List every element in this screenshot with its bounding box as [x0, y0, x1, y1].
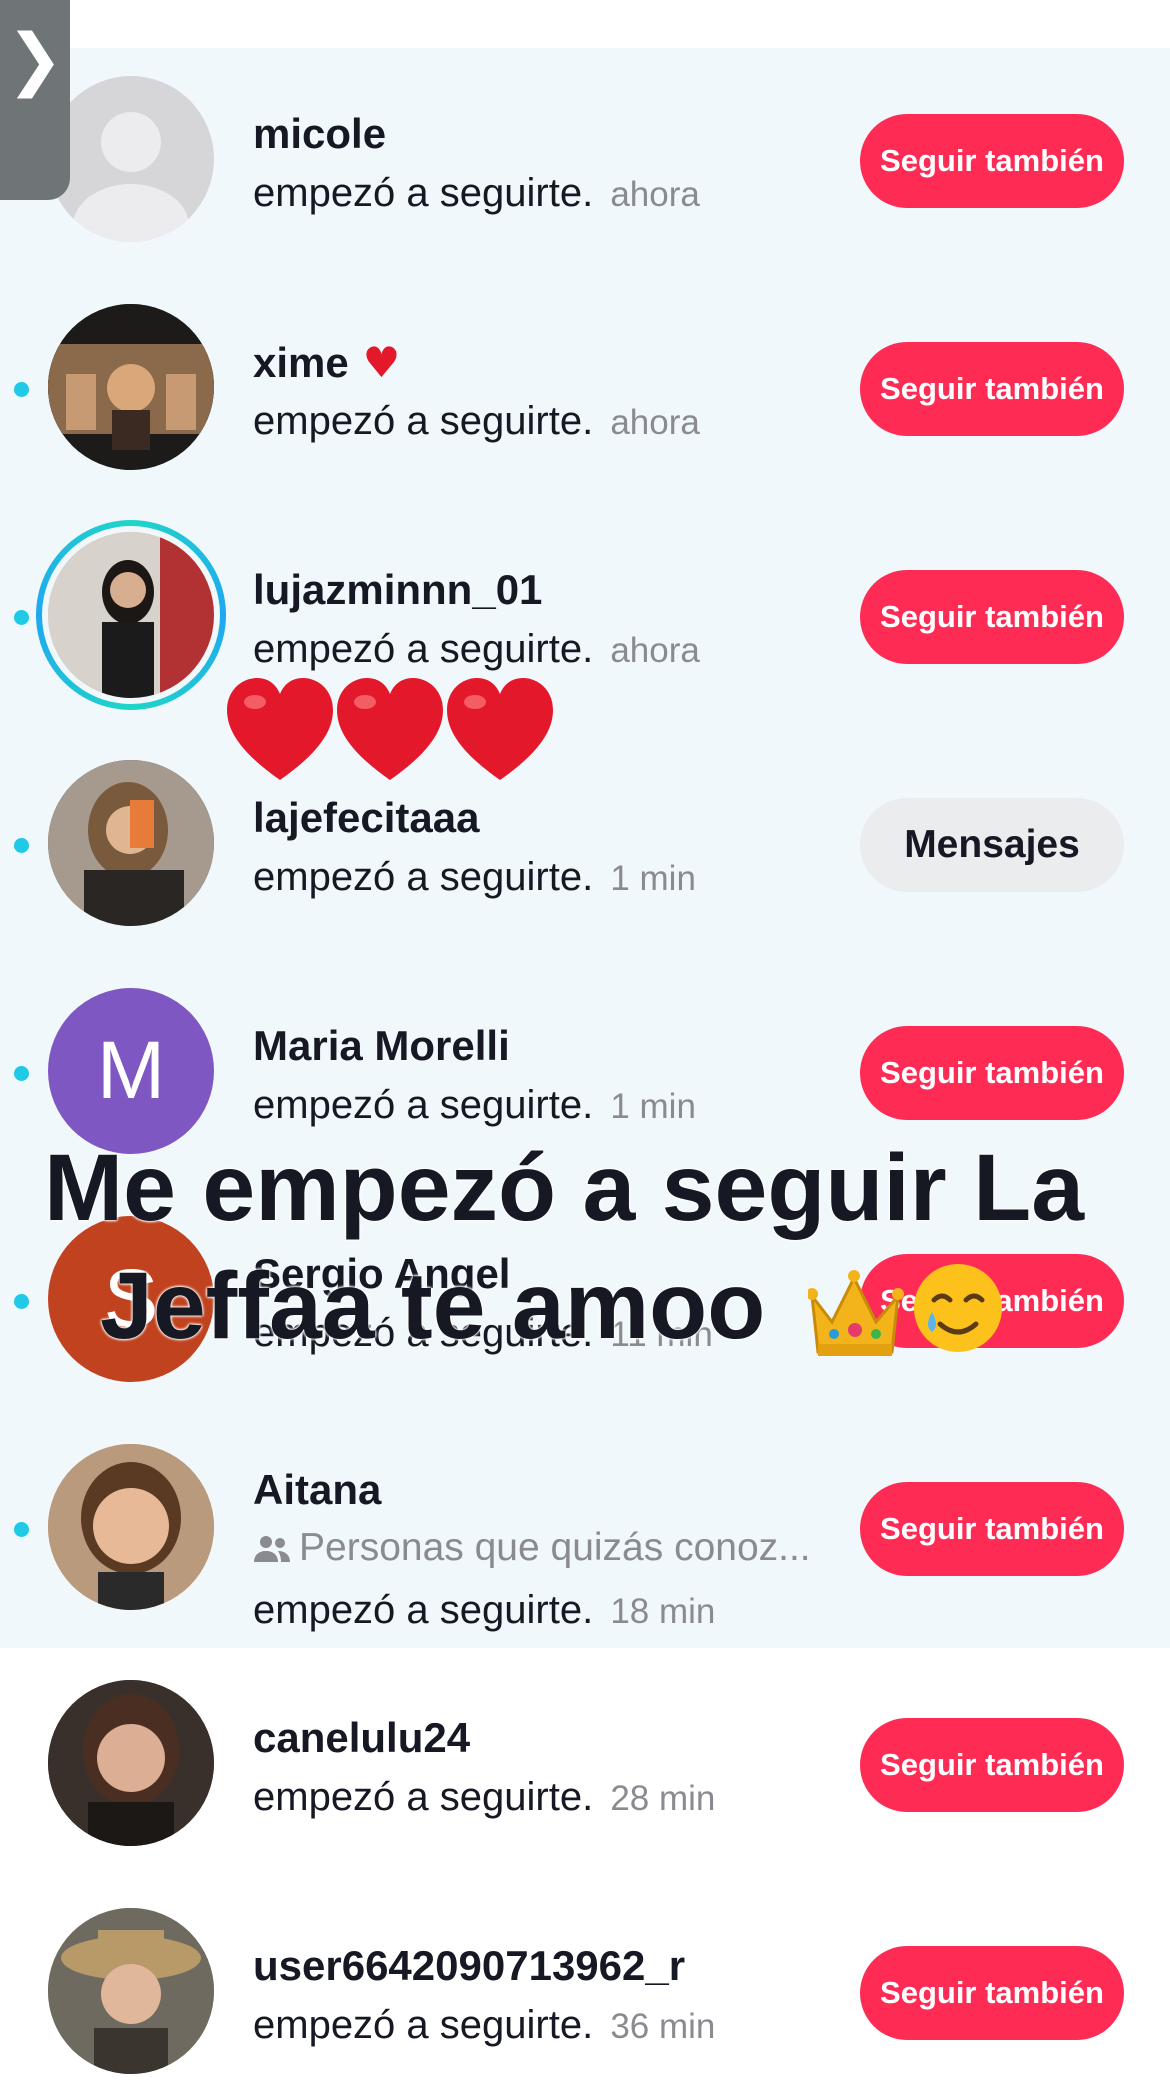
avatar-photo[interactable]: [48, 304, 214, 470]
username[interactable]: Aitana: [253, 1466, 381, 1514]
follow-back-button[interactable]: Seguir también: [860, 342, 1124, 436]
unread-dot: [14, 1522, 29, 1537]
message-button[interactable]: Mensajes: [860, 798, 1124, 892]
timestamp: 1 min: [610, 1087, 696, 1126]
timestamp: 1 min: [610, 859, 696, 898]
notification-row[interactable]: Aitana Personas que quizás conoz... empe…: [0, 1416, 1170, 1648]
timestamp: 28 min: [610, 1779, 716, 1818]
overlay-emojis: [808, 1264, 1002, 1356]
avatar-photo[interactable]: [48, 760, 214, 926]
timestamp: 18 min: [610, 1592, 716, 1631]
notification-row[interactable]: lajefecitaaa empezó a seguirte. 1 min Me…: [0, 732, 1170, 960]
activity-text: empezó a seguirte. ahora: [253, 171, 700, 215]
follow-back-button[interactable]: Seguir también: [860, 1718, 1124, 1812]
follow-back-button[interactable]: Seguir también: [860, 114, 1124, 208]
activity-text: empezó a seguirte. ahora: [253, 627, 700, 671]
overlay-caption-line1: Me empezó a seguir La: [44, 1135, 1085, 1241]
avatar-photo[interactable]: [48, 1680, 214, 1846]
red-heart-icon: [447, 678, 553, 780]
red-heart-icon: [227, 678, 333, 780]
smiling-face-with-tear-icon: [914, 1264, 1002, 1352]
red-heart-icon: [337, 678, 443, 780]
activity-text: empezó a seguirte. 36 min: [253, 2003, 716, 2047]
notification-row[interactable]: canelulu24 empezó a seguirte. 28 min Seg…: [0, 1652, 1170, 1880]
unread-dot: [14, 838, 29, 853]
activity-text: empezó a seguirte. 1 min: [253, 855, 696, 899]
username[interactable]: lujazminnn_01: [253, 566, 542, 614]
notification-row[interactable]: micole empezó a seguirte. ahora Seguir t…: [0, 48, 1170, 276]
follow-back-button[interactable]: Seguir también: [860, 570, 1124, 664]
overlay-caption-line2: Jeffaa te amoo: [100, 1253, 766, 1359]
activity-text: empezó a seguirte. ahora: [253, 399, 700, 443]
red-heart-icon: ♥: [362, 338, 401, 387]
username[interactable]: Maria Morelli: [253, 1022, 510, 1070]
avatar-default-icon[interactable]: [48, 76, 214, 242]
timestamp: ahora: [610, 631, 700, 670]
timestamp: 36 min: [610, 2007, 716, 2046]
follow-back-button[interactable]: Seguir también: [860, 1026, 1124, 1120]
username[interactable]: xime ♥: [253, 338, 400, 387]
avatar-photo[interactable]: [48, 532, 214, 698]
notification-row[interactable]: xime ♥ empezó a seguirte. ahora Seguir ta…: [0, 276, 1170, 504]
unread-dot: [14, 382, 29, 397]
unread-dot: [14, 1294, 29, 1309]
follow-back-button[interactable]: Seguir también: [860, 1482, 1124, 1576]
notification-row[interactable]: lujazminnn_01 empezó a seguirte. ahora S…: [0, 504, 1170, 732]
suggestion-reason: Personas que quizás conoz...: [253, 1526, 811, 1570]
people-icon: [254, 1536, 290, 1562]
username[interactable]: user6642090713962_r: [253, 1942, 685, 1990]
unread-dot: [14, 1066, 29, 1081]
activity-text: empezó a seguirte. 1 min: [253, 1083, 696, 1127]
timestamp: ahora: [610, 175, 700, 214]
avatar-photo[interactable]: [48, 1908, 214, 2074]
unread-dot: [14, 610, 29, 625]
activity-text: empezó a seguirte. 28 min: [253, 1775, 716, 1819]
activity-text: empezó a seguirte. 18 min: [253, 1588, 716, 1632]
heart-stickers: [227, 678, 553, 780]
top-header-strip: [0, 0, 1170, 48]
username[interactable]: lajefecitaaa: [253, 794, 480, 842]
avatar-photo[interactable]: [48, 1444, 214, 1610]
username[interactable]: micole: [253, 110, 386, 158]
username[interactable]: canelulu24: [253, 1714, 470, 1762]
follow-back-button[interactable]: Seguir también: [860, 1946, 1124, 2040]
crown-icon: [808, 1270, 904, 1356]
notification-row[interactable]: user6642090713962_r empezó a seguirte. 3…: [0, 1880, 1170, 2080]
timestamp: ahora: [610, 403, 700, 442]
back-chevron-icon[interactable]: ❯: [0, 0, 70, 200]
